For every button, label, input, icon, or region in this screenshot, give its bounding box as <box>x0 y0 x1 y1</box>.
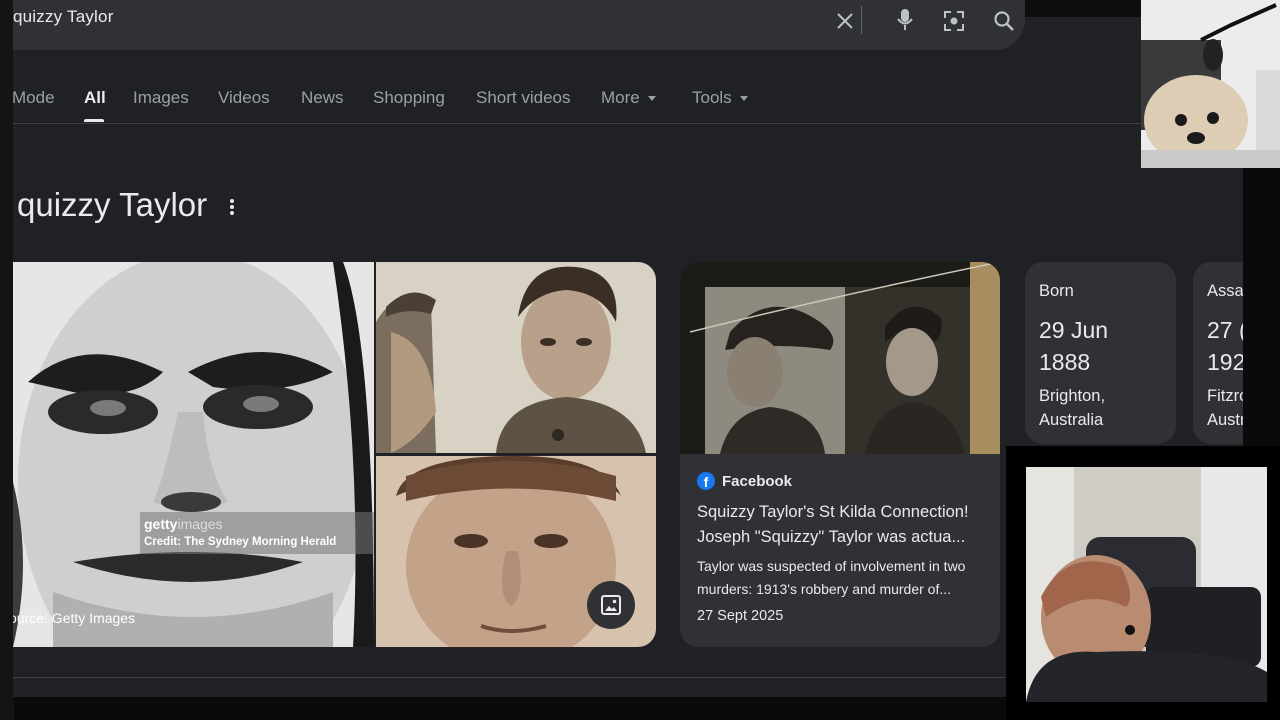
fact-label: Assa <box>1207 282 1243 300</box>
tab-ai-mode[interactable]: Mode <box>13 88 55 108</box>
fact-value: 27 ( 192 <box>1207 314 1243 378</box>
webcam-dog-image <box>1141 0 1280 168</box>
chevron-down-icon <box>739 96 748 102</box>
search-input[interactable]: quizzy Taylor <box>13 7 114 27</box>
fact-value: 29 Jun 1888 <box>1039 314 1108 378</box>
webcam-overlay-top <box>1141 0 1280 168</box>
fact-place-line1: Brighton, <box>1039 387 1106 405</box>
article-date: 27 Sept 2025 <box>697 608 784 624</box>
mugshot-image[interactable] <box>376 262 656 453</box>
tab-all[interactable]: All <box>84 88 106 108</box>
backdrop <box>0 0 14 720</box>
fact-value-line2: 192 <box>1207 349 1243 375</box>
facebook-icon: f <box>697 472 715 490</box>
tab-videos[interactable]: Videos <box>218 88 270 108</box>
tab-tools-label: Tools <box>692 88 732 107</box>
tab-more[interactable]: More <box>601 88 656 108</box>
article-thumbnail <box>680 262 1000 454</box>
fact-card-born[interactable]: Born 29 Jun 1888 Brighton, Australia <box>1025 262 1176 444</box>
portrait-image-main[interactable] <box>13 262 374 647</box>
article-headline[interactable]: Squizzy Taylor's St Kilda Connection! Jo… <box>697 500 989 550</box>
fact-value-line1: 29 Jun <box>1039 317 1109 343</box>
webcam-overlay-bottom <box>1026 467 1267 702</box>
clear-icon[interactable] <box>835 11 855 31</box>
article-card[interactable]: f Facebook Squizzy Taylor's St Kilda Con… <box>680 262 1000 647</box>
lens-icon[interactable] <box>943 10 965 32</box>
panel-title: quizzy Taylor <box>17 186 208 223</box>
getty-logo-a: getty <box>144 516 178 532</box>
getty-credit: Credit: The Sydney Morning Herald <box>144 536 337 548</box>
fact-label: Born <box>1039 282 1074 300</box>
fact-place-line2: Australia <box>1039 411 1104 429</box>
tab-more-label: More <box>601 88 640 107</box>
webcam-person-image <box>1026 467 1267 702</box>
fact-card-assassinated[interactable]: Assa 27 ( 192 Fitzro Austr <box>1193 262 1243 444</box>
tab-news[interactable]: News <box>301 88 344 108</box>
getty-logo-b: images <box>177 516 223 532</box>
article-snippet-line2: murders: 1913's robbery and murder of... <box>697 580 952 597</box>
tab-short-videos[interactable]: Short videos <box>476 88 571 108</box>
microphone-icon[interactable] <box>896 9 914 31</box>
tab-shopping[interactable]: Shopping <box>373 88 445 108</box>
image-source-caption: ource: Getty Images <box>13 610 136 626</box>
article-headline-line1: Squizzy Taylor's St Kilda Connection! <box>697 503 969 521</box>
tabs-divider <box>13 123 1243 124</box>
article-snippet-line1: Taylor was suspected of involvement in t… <box>697 558 966 574</box>
search-icon[interactable] <box>993 10 1015 32</box>
article-headline-line2: Joseph "Squizzy" Taylor was actua... <box>697 528 966 546</box>
article-snippet: Taylor was suspected of involvement in t… <box>697 555 989 600</box>
article-source: f Facebook <box>697 472 792 490</box>
tab-tools[interactable]: Tools <box>692 88 748 108</box>
image-search-button[interactable] <box>587 581 635 629</box>
chevron-down-icon <box>647 96 656 102</box>
active-tab-indicator <box>84 119 104 122</box>
fact-place: Fitzro Austr <box>1207 384 1243 432</box>
tab-images[interactable]: Images <box>133 88 189 108</box>
section-divider <box>13 677 1013 678</box>
fact-value-line1: 27 ( <box>1207 317 1243 343</box>
image-gallery[interactable]: gettyimages Credit: The Sydney Morning H… <box>13 262 656 647</box>
image-icon <box>601 595 621 615</box>
fact-place-line2: Austr <box>1207 411 1243 429</box>
more-vert-icon[interactable] <box>230 199 234 217</box>
getty-logo: gettyimages <box>144 516 223 532</box>
search-bar[interactable]: quizzy Taylor <box>13 0 1025 50</box>
search-divider <box>861 6 862 34</box>
fact-value-line2: 1888 <box>1039 349 1091 375</box>
article-source-name: Facebook <box>722 472 793 490</box>
fact-place: Brighton, Australia <box>1039 384 1105 432</box>
fact-place-line1: Fitzro <box>1207 387 1243 405</box>
